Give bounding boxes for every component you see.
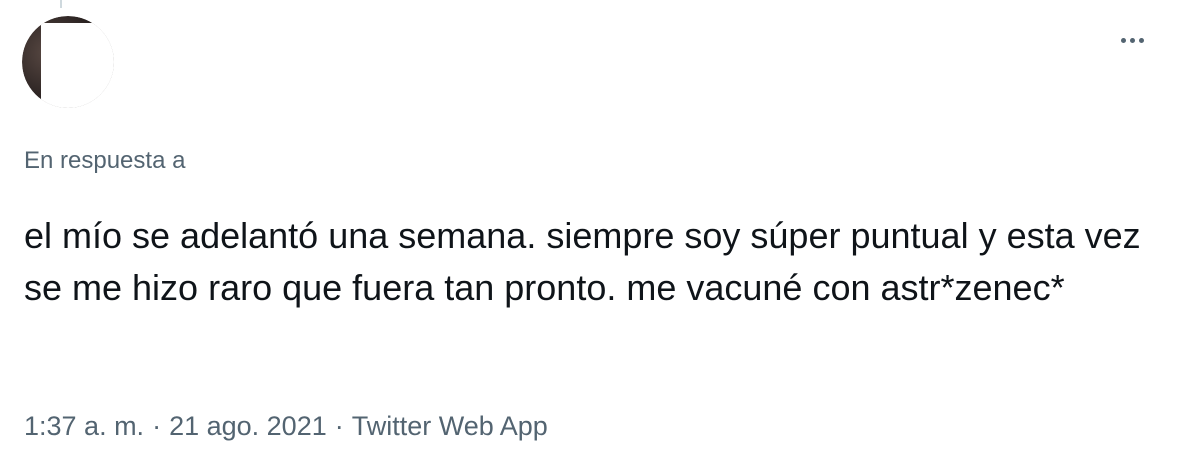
tweet-date-link[interactable]: 21 ago. 2021	[169, 411, 327, 441]
more-options-button[interactable]	[1108, 20, 1156, 60]
more-dot	[1138, 37, 1144, 43]
avatar-redaction	[41, 23, 114, 108]
more-horizontal-icon	[1120, 37, 1126, 43]
avatar[interactable]	[22, 16, 114, 108]
reply-context-label: En respuesta a	[24, 147, 186, 174]
more-dot	[1129, 37, 1135, 43]
tweet-metadata: 1:37 a. m. · 21 ago. 2021 · Twitter Web App	[24, 408, 548, 444]
separator-dot: ·	[334, 411, 344, 441]
tweet-text: el mío se adelantó una semana. siempre s…	[24, 215, 1141, 308]
tweet-time-link[interactable]: 1:37 a. m.	[24, 411, 144, 441]
tweet-source-link[interactable]: Twitter Web App	[352, 411, 548, 441]
tweet-card: En respuesta a el mío se adelantó una se…	[0, 0, 1182, 466]
separator-dot: ·	[152, 411, 162, 441]
thread-connector-line	[60, 0, 62, 8]
